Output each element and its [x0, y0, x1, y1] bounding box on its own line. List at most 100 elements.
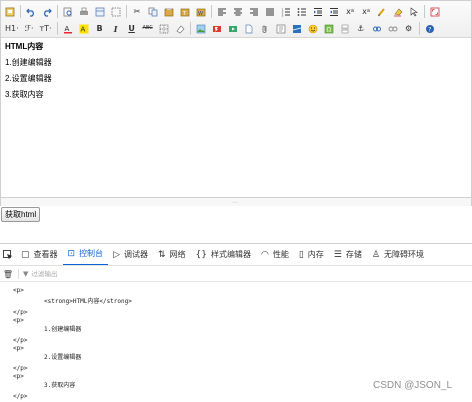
console-filter-bar: 🗑 ▼	[0, 267, 472, 282]
justify-right-icon[interactable]	[247, 5, 261, 19]
storage-icon: ☰	[333, 249, 342, 260]
justify-left-icon[interactable]	[215, 5, 229, 19]
console-line: <p>	[13, 345, 24, 352]
map-icon[interactable]	[290, 22, 304, 36]
justify-full-icon[interactable]	[263, 5, 277, 19]
strikethrough-icon[interactable]: ABC	[141, 22, 155, 36]
toolbar-row-1: ✂ T W 123 xa xa	[3, 3, 444, 20]
cut-icon[interactable]: ✂	[130, 5, 144, 19]
tab-storage[interactable]: ☰ 存储	[329, 244, 367, 265]
unordered-list-icon[interactable]	[295, 5, 309, 19]
tab-label: 存储	[345, 250, 362, 259]
element-picker-button[interactable]	[0, 244, 16, 265]
console-line: </p>	[13, 309, 28, 316]
tab-label: 内存	[307, 250, 324, 259]
flash-icon[interactable]	[210, 22, 224, 36]
console-line: 2.设置编辑器	[44, 354, 82, 361]
inspector-icon: ▢	[21, 249, 30, 260]
emoji-icon[interactable]	[306, 22, 320, 36]
console-icon: ⊡	[67, 248, 76, 259]
element-picker-icon	[3, 249, 13, 259]
tab-console[interactable]: ⊡ 控制台	[62, 244, 109, 265]
file-icon[interactable]	[242, 22, 256, 36]
image-icon[interactable]	[194, 22, 208, 36]
indent-icon[interactable]	[311, 5, 325, 19]
tab-performance[interactable]: ◠ 性能	[256, 244, 294, 265]
help-icon[interactable]: ?	[423, 22, 437, 36]
cursor-icon[interactable]	[407, 5, 421, 19]
eraser-icon[interactable]	[173, 22, 187, 36]
tab-memory[interactable]: ▯ 内存	[294, 244, 329, 265]
page-break-icon[interactable]	[338, 22, 352, 36]
clear-format-icon[interactable]	[391, 5, 405, 19]
source-icon[interactable]	[3, 5, 17, 19]
console-line: <p>	[13, 317, 24, 324]
console-line: </p>	[13, 337, 28, 344]
anchor-icon[interactable]: ⚓	[354, 22, 368, 36]
get-html-button[interactable]: 获取html	[1, 207, 41, 222]
content-heading: HTML内容	[5, 42, 44, 51]
paste-text-icon[interactable]: T	[178, 5, 192, 19]
format-painter-icon[interactable]	[375, 5, 389, 19]
preview-icon[interactable]	[61, 5, 75, 19]
editor-content[interactable]: HTML内容 1.创建编辑器 2.设置编辑器 3.获取内容	[5, 43, 465, 107]
toolbar-separator	[126, 5, 127, 18]
media-icon[interactable]	[226, 22, 240, 36]
svg-text:A: A	[64, 25, 69, 33]
resize-grip-icon[interactable]: ⋯	[232, 199, 238, 206]
console-line: <p>	[13, 373, 24, 380]
print-icon[interactable]	[77, 5, 91, 19]
justify-center-icon[interactable]	[231, 5, 245, 19]
template-icon[interactable]	[93, 5, 107, 19]
attachment-icon[interactable]	[258, 22, 272, 36]
table-icon[interactable]	[157, 22, 171, 36]
tab-style-editor[interactable]: {} 样式编辑器	[191, 244, 256, 265]
editor-toolbar: ✂ T W 123 xa xa H1· ℱ· ᴛT· A A B I U ABC…	[1, 1, 471, 38]
font-size-dropdown[interactable]: ᴛT·	[38, 22, 54, 36]
tab-inspector[interactable]: ▢ 查看器	[16, 244, 63, 265]
toolbar-separator	[211, 5, 212, 18]
heading-dropdown[interactable]: H1·	[3, 22, 21, 36]
network-icon: ⇅	[157, 249, 166, 260]
ordered-list-icon[interactable]: 123	[279, 5, 293, 19]
filter-icon: ▼	[23, 270, 29, 278]
tab-debugger[interactable]: ▷ 调试器	[108, 244, 153, 265]
superscript-icon[interactable]: xa	[359, 5, 373, 19]
select-all-icon[interactable]	[109, 5, 123, 19]
text-color-icon[interactable]: A	[61, 22, 75, 36]
outdent-icon[interactable]	[327, 5, 341, 19]
svg-text:A: A	[80, 25, 85, 33]
undo-icon[interactable]	[24, 5, 38, 19]
console-line: </p>	[13, 393, 28, 400]
style-editor-icon: {}	[195, 249, 207, 260]
filter-output-input[interactable]	[31, 270, 232, 278]
trash-icon[interactable]: 🗑	[0, 270, 16, 279]
link-icon[interactable]	[370, 22, 384, 36]
editor-resize-bar[interactable]: ⋯	[1, 197, 471, 206]
special-char-icon[interactable]: Ω	[322, 22, 336, 36]
tab-label: 无障碍环境	[383, 250, 424, 259]
settings-icon[interactable]: ⚙	[402, 22, 416, 36]
fullscreen-icon[interactable]	[428, 5, 442, 19]
content-item: 3.获取内容	[5, 90, 44, 99]
tab-label: 控制台	[79, 249, 104, 258]
unlink-icon[interactable]	[386, 22, 400, 36]
memory-icon: ▯	[298, 249, 304, 260]
redo-icon[interactable]	[40, 5, 54, 19]
italic-icon[interactable]: I	[109, 22, 123, 36]
bold-icon[interactable]: B	[93, 22, 107, 36]
tab-label: 样式编辑器	[210, 250, 251, 259]
subscript-icon[interactable]: xa	[343, 5, 357, 19]
tab-accessibility[interactable]: ♙ 无障碍环境	[367, 244, 429, 265]
paste-word-icon[interactable]: W	[194, 5, 208, 19]
code-icon[interactable]	[274, 22, 288, 36]
highlight-icon[interactable]: A	[77, 22, 91, 36]
content-item: 2.设置编辑器	[5, 74, 52, 83]
tab-network[interactable]: ⇅ 网络	[153, 244, 191, 265]
copy-icon[interactable]	[146, 5, 160, 19]
paste-icon[interactable]	[162, 5, 176, 19]
underline-icon[interactable]: U	[125, 22, 139, 36]
debugger-icon: ▷	[113, 249, 120, 260]
font-family-dropdown[interactable]: ℱ·	[23, 22, 36, 36]
toolbar-separator	[56, 22, 58, 35]
